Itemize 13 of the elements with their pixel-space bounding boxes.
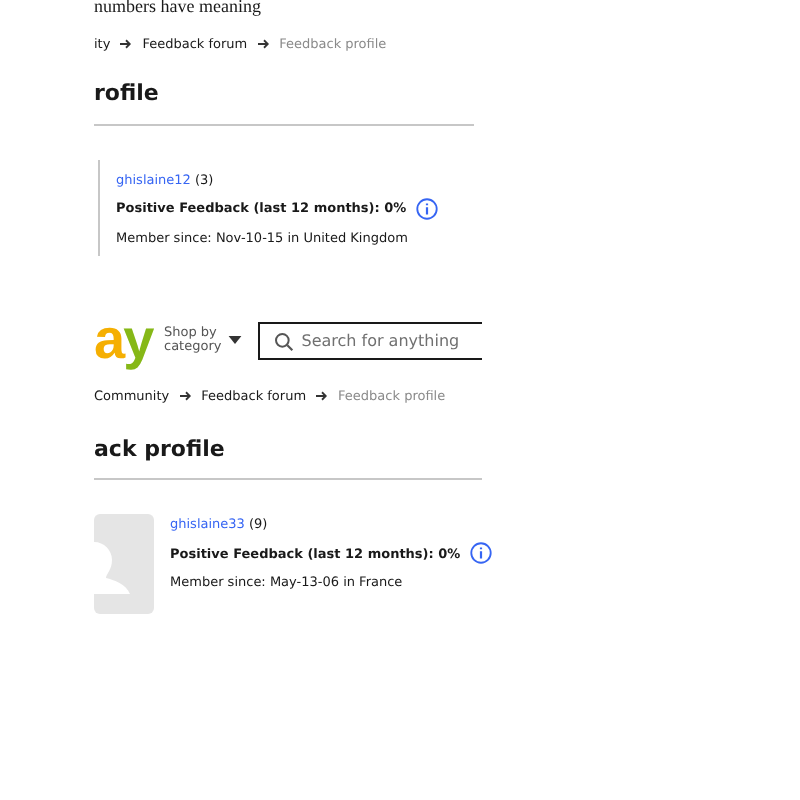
arrow-icon: [316, 390, 329, 402]
info-icon[interactable]: [470, 542, 493, 564]
arrow-icon: [120, 38, 133, 50]
search-field[interactable]: Search for anything: [257, 321, 482, 359]
arrow-icon: [179, 390, 192, 402]
caret-icon: [227, 336, 242, 344]
page-heading: rofile: [94, 80, 161, 106]
avatar-icon: [94, 514, 154, 614]
info-icon[interactable]: [416, 197, 439, 219]
caption-text: numbers have meaning: [94, 0, 263, 18]
search-icon: [273, 331, 294, 351]
arrow-icon: [257, 38, 270, 50]
page-heading: ack profile: [94, 436, 227, 462]
